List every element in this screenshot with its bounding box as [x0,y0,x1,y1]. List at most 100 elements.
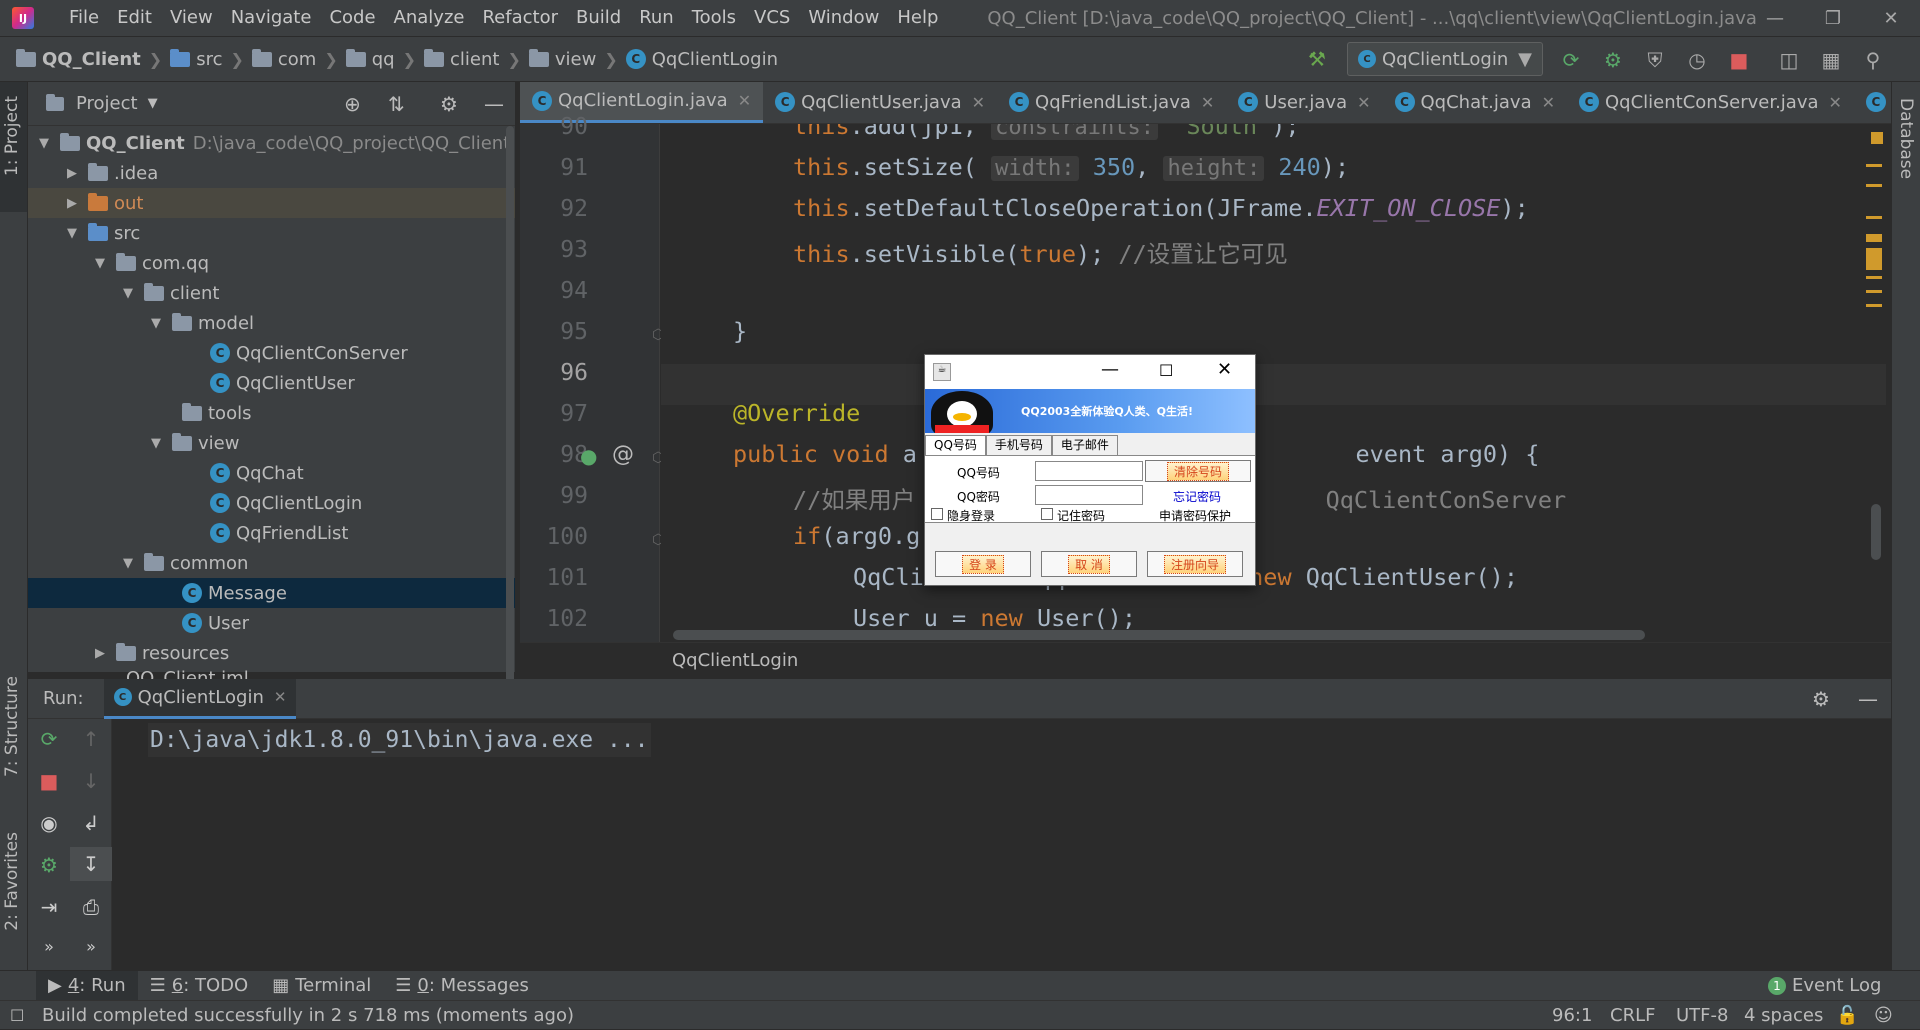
expand-arrow-icon[interactable]: ▼ [64,226,80,241]
tool-structure[interactable]: 7: Structure [2,676,22,777]
expand-arrow-icon[interactable]: ▼ [120,556,136,571]
menu-vcs[interactable]: VCS [745,0,799,36]
breadcrumb-class[interactable]: QqClientLogin [652,49,778,70]
gear-icon[interactable]: ⚙ [1812,687,1830,711]
scroll-to-end-icon[interactable]: ↧ [70,847,112,881]
tab-qqclientconserver[interactable]: C QqClientConServer.java ✕ [1567,82,1854,123]
tool-todo[interactable]: ☰ 6: TODO [138,971,261,1001]
menu-navigate[interactable]: Navigate [222,0,321,36]
tool-favorites[interactable]: 2: Favorites [2,832,22,931]
profile-icon[interactable]: ◷ [1676,37,1718,83]
hide-panel-icon[interactable]: — [1858,687,1878,711]
line-separator[interactable]: CRLF [1610,1001,1655,1030]
qq-tab-phone[interactable]: 手机号码 [985,435,1052,455]
tree-item-qqclientuser[interactable]: C QqClientUser [28,368,515,398]
coverage-shield-icon[interactable]: ⛨ [1634,37,1676,83]
rerun-icon[interactable]: ⟳ [28,727,70,751]
vertical-scrollbar[interactable] [1871,504,1881,560]
chevron-down-icon[interactable]: ▼ [148,96,158,111]
terminal-icon[interactable]: ▦ [1810,37,1852,83]
collapse-all-icon[interactable]: ⇅ [388,92,405,116]
expand-arrow-icon[interactable]: ▼ [148,436,164,451]
minimize-icon[interactable]: — [1746,0,1804,36]
breadcrumb-qq[interactable]: qq [372,49,395,70]
tree-item-root[interactable]: ▼ QQ_Client D:\java_code\QQ_project\QQ_C… [28,128,515,158]
menu-file[interactable]: File [60,0,108,36]
breadcrumb-client[interactable]: client [450,49,499,70]
tree-item-qqchat[interactable]: C QqChat [28,458,515,488]
menu-view[interactable]: View [161,0,222,36]
debug-bug-icon[interactable]: ⚙ [1592,37,1634,83]
close-icon[interactable]: ✕ [1862,0,1920,36]
tree-item-common[interactable]: ▼ common [28,548,515,578]
breadcrumb-com[interactable]: com [278,49,316,70]
password-protect-link[interactable]: 申请密码保护 [1159,507,1231,524]
qq-window-titlebar[interactable]: ☕ — ☐ ✕ [925,355,1255,389]
stop-icon[interactable]: ■ [1718,37,1760,83]
expand-arrow-icon[interactable]: ▼ [148,316,164,331]
close-icon[interactable]: ✕ [1217,359,1232,380]
tree-item-message[interactable]: C Message [28,578,515,608]
tool-terminal[interactable]: ▦ Terminal [260,971,383,1001]
qq-number-input[interactable] [1035,461,1143,481]
stop-icon[interactable]: ■ [28,769,70,793]
tool-run[interactable]: ▶ 4: Run [36,970,138,1001]
invisible-login-checkbox[interactable] [931,508,943,520]
tree-item-idea[interactable]: ▶ .idea [28,158,515,188]
project-panel-title[interactable]: Project [76,93,138,114]
close-tab-icon[interactable]: ✕ [738,91,751,110]
file-encoding[interactable]: UTF-8 [1676,1001,1728,1030]
breadcrumb-src[interactable]: src [196,49,222,70]
menu-build[interactable]: Build [567,0,630,36]
tab-user[interactable]: C User.java ✕ [1226,82,1382,123]
register-button[interactable]: 注册向导 [1147,551,1243,577]
tool-messages[interactable]: ☰ 0: Messages [383,971,541,1001]
expand-arrow-icon[interactable]: ▼ [120,286,136,301]
tree-item-resources[interactable]: ▶ resources [28,638,515,668]
cancel-button[interactable]: 取 消 [1041,551,1137,577]
project-structure-icon[interactable]: ◫ [1768,37,1810,83]
lock-icon[interactable]: 🔓 [1836,1001,1858,1030]
override-marker-icon[interactable]: ● [580,444,597,468]
close-tab-icon[interactable]: ✕ [274,688,287,706]
code-editor[interactable]: this.add(jp1, constraints: "South"); thi… [661,124,1886,642]
menu-window[interactable]: Window [799,0,888,36]
menu-refactor[interactable]: Refactor [473,0,567,36]
tab-m[interactable]: C M [1854,82,1891,123]
close-tab-icon[interactable]: ✕ [1829,93,1842,112]
qq-password-input[interactable] [1035,485,1143,505]
soft-wrap-icon[interactable]: ↲ [70,811,112,835]
indent-setting[interactable]: 4 spaces [1744,1001,1823,1030]
tree-item-tools[interactable]: tools [28,398,515,428]
toggle-panels-icon[interactable]: ☐ [10,1001,24,1030]
caret-position[interactable]: 96:1 [1552,1001,1592,1030]
debug-icon[interactable]: ⚙ [28,853,70,877]
tree-item-qqfriendlist[interactable]: C QqFriendList [28,518,515,548]
horizontal-scrollbar[interactable] [673,630,1645,640]
restore-icon[interactable]: ❐ [1804,0,1862,36]
close-tab-icon[interactable]: ✕ [972,93,985,112]
tree-item-qqclientlogin[interactable]: C QqClientLogin [28,488,515,518]
maximize-icon[interactable]: ☐ [1159,361,1173,380]
run-tab[interactable]: C QqClientLogin ✕ [103,678,297,719]
expand-arrow-icon[interactable]: ▶ [64,196,80,211]
tree-item-user[interactable]: C User [28,608,515,638]
forgot-password-link[interactable]: 忘记密码 [1173,488,1221,505]
camera-icon[interactable]: ◉ [28,811,70,835]
qq-tab-number[interactable]: QQ号码 [925,435,986,455]
tree-scrollbar[interactable] [506,126,514,686]
close-tab-icon[interactable]: ✕ [1201,93,1214,112]
status-message[interactable]: Build completed successfully in 2 s 718 … [42,1001,574,1030]
locate-target-icon[interactable]: ⊕ [344,92,361,116]
tree-item-src[interactable]: ▼ src [28,218,515,248]
qq-tab-email[interactable]: 电子邮件 [1051,435,1118,455]
editor-breadcrumb-footer[interactable]: QqClientLogin [520,642,1891,679]
expand-arrow-icon[interactable]: ▼ [92,256,108,271]
menu-analyze[interactable]: Analyze [385,0,474,36]
gear-icon[interactable]: ⚙ [440,92,458,116]
menu-code[interactable]: Code [320,0,384,36]
tree-item-model[interactable]: ▼ model [28,308,515,338]
close-tab-icon[interactable]: ✕ [1542,93,1555,112]
tree-item-qqclientconserver[interactable]: C QqClientConServer [28,338,515,368]
more-icon[interactable]: » [28,937,70,956]
